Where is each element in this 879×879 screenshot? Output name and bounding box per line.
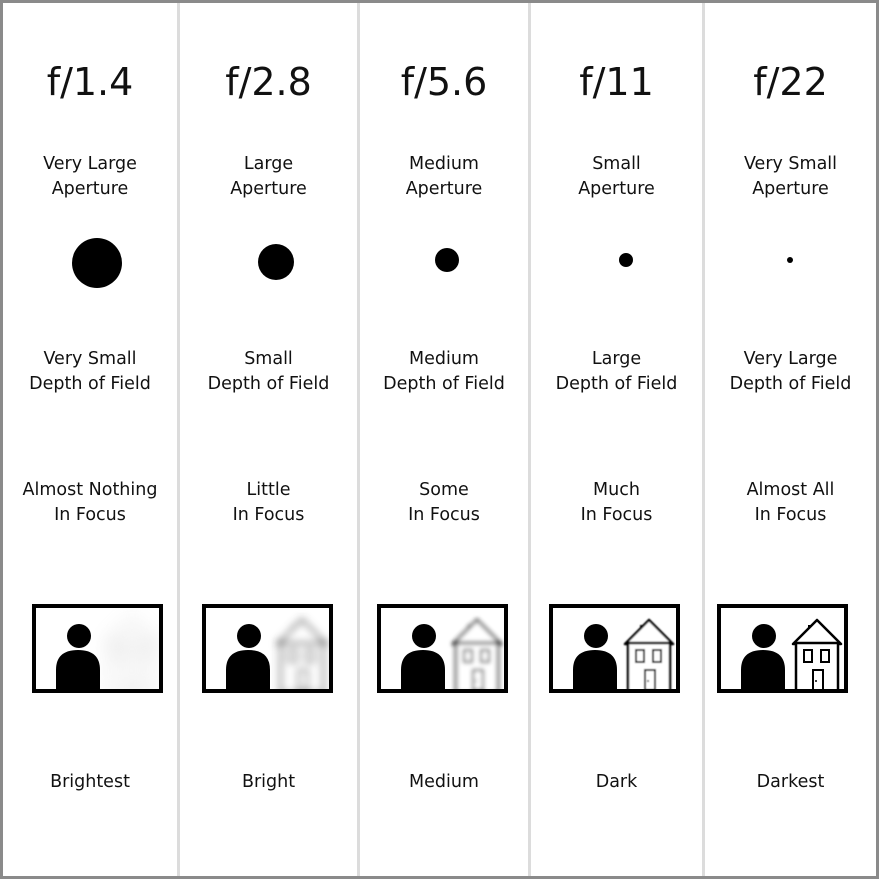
aperture-size-label-line: Very Small xyxy=(743,154,838,174)
depth-of-field-label-line: Depth of Field xyxy=(729,374,852,394)
person-icon xyxy=(401,624,445,689)
focus-label: Much In Focus xyxy=(521,478,712,528)
focus-label-line: Some xyxy=(419,480,469,500)
photo-frame-icon xyxy=(717,604,848,693)
depth-of-field-label-line: Large xyxy=(591,349,642,369)
focus-label-line: Little xyxy=(246,480,291,500)
brightness-label: Darkest xyxy=(756,772,825,792)
photo-frame-icon xyxy=(377,604,508,693)
depth-of-field-label: Medium Depth of Field xyxy=(350,347,538,397)
house-icon xyxy=(451,618,503,689)
depth-of-field-label: Small Depth of Field xyxy=(170,347,367,397)
aperture-size-label: Very Small Aperture xyxy=(695,152,876,202)
focus-label-line: In Focus xyxy=(54,505,126,525)
house-icon xyxy=(791,618,843,689)
depth-of-field-label-line: Depth of Field xyxy=(555,374,678,394)
focus-label-line: Much xyxy=(593,480,640,500)
person-icon xyxy=(573,624,617,689)
focus-label-line: In Focus xyxy=(408,505,480,525)
brightness-label: Bright xyxy=(241,772,296,792)
depth-of-field-label-line: Depth of Field xyxy=(383,374,505,394)
depth-of-field-label-line: Small xyxy=(244,349,293,369)
depth-of-field-label: Very Large Depth of Field xyxy=(695,347,876,397)
house-icon xyxy=(623,618,675,689)
person-icon xyxy=(741,624,785,689)
photo-frame-icon xyxy=(32,604,163,693)
focus-label-line: Almost Nothing xyxy=(22,480,158,500)
column-f-5-6: f/5.6 Medium Aperture Medium Depth of Field S… xyxy=(360,3,528,876)
brightness-label: Medium xyxy=(409,772,479,792)
person-icon xyxy=(56,624,100,689)
focus-label: Some In Focus xyxy=(350,478,538,528)
aperture-size-label: Very Large Aperture xyxy=(3,152,187,202)
aperture-size-label-line: Aperture xyxy=(405,179,483,199)
depth-of-field-label-line: Medium xyxy=(409,349,479,369)
column-f-11: f/11 Small Aperture Large Depth of Field Much… xyxy=(531,3,702,876)
aperture-size-label-line: Medium xyxy=(409,154,479,174)
brightness-label: Brightest xyxy=(50,772,130,792)
person-icon xyxy=(226,624,270,689)
brightness-label: Dark xyxy=(595,772,638,792)
aperture-size-label-line: Aperture xyxy=(578,179,655,199)
f-stop-label: f/2.8 xyxy=(225,60,312,104)
aperture-size-label-line: Aperture xyxy=(752,179,829,199)
f-stop-label: f/22 xyxy=(753,60,828,104)
focus-label: Little In Focus xyxy=(170,478,367,528)
aperture-size-label-line: Aperture xyxy=(51,179,129,199)
depth-of-field-label-line: Very Small xyxy=(43,349,137,369)
aperture-size-label: Small Aperture xyxy=(521,152,712,202)
depth-of-field-label: Very Small Depth of Field xyxy=(3,347,187,397)
aperture-chart: f/1.4 Very Large Aperture Very Small Depth o… xyxy=(0,0,879,879)
aperture-circle-icon xyxy=(435,248,459,272)
column-f-22: f/22 Very Small Aperture Very Large Depth of… xyxy=(705,3,876,876)
f-stop-label: f/5.6 xyxy=(400,60,488,104)
aperture-size-label-line: Aperture xyxy=(230,179,307,199)
column-f-1-4: f/1.4 Very Large Aperture Very Small Depth o… xyxy=(3,3,177,876)
house-icon xyxy=(276,618,328,689)
focus-label: Almost Nothing In Focus xyxy=(3,478,187,528)
focus-label-line: Almost All xyxy=(746,480,835,500)
aperture-size-label-line: Small xyxy=(592,154,641,174)
focus-label-line: In Focus xyxy=(580,505,653,525)
focus-label: Almost All In Focus xyxy=(695,478,876,528)
depth-of-field-label: Large Depth of Field xyxy=(521,347,712,397)
aperture-size-label-line: Very Large xyxy=(43,154,137,174)
aperture-circle-icon xyxy=(72,238,122,288)
aperture-circle-icon xyxy=(618,253,633,267)
column-f-2-8: f/2.8 Large Aperture Small Depth of Field Lit… xyxy=(180,3,357,876)
photo-frame-icon xyxy=(549,604,680,693)
house-icon xyxy=(106,618,158,689)
aperture-circle-icon xyxy=(258,244,294,280)
photo-frame-icon xyxy=(202,604,333,693)
focus-label-line: In Focus xyxy=(232,505,305,525)
aperture-size-label: Large Aperture xyxy=(170,152,367,202)
depth-of-field-label-line: Very Large xyxy=(743,349,838,369)
aperture-size-label-line: Large xyxy=(243,154,294,174)
f-stop-label: f/1.4 xyxy=(46,60,134,104)
depth-of-field-label-line: Depth of Field xyxy=(29,374,151,394)
aperture-circle-icon xyxy=(786,257,793,263)
focus-label-line: In Focus xyxy=(754,505,827,525)
aperture-size-label: Medium Aperture xyxy=(350,152,538,202)
f-stop-label: f/11 xyxy=(579,60,654,104)
depth-of-field-label-line: Depth of Field xyxy=(207,374,330,394)
